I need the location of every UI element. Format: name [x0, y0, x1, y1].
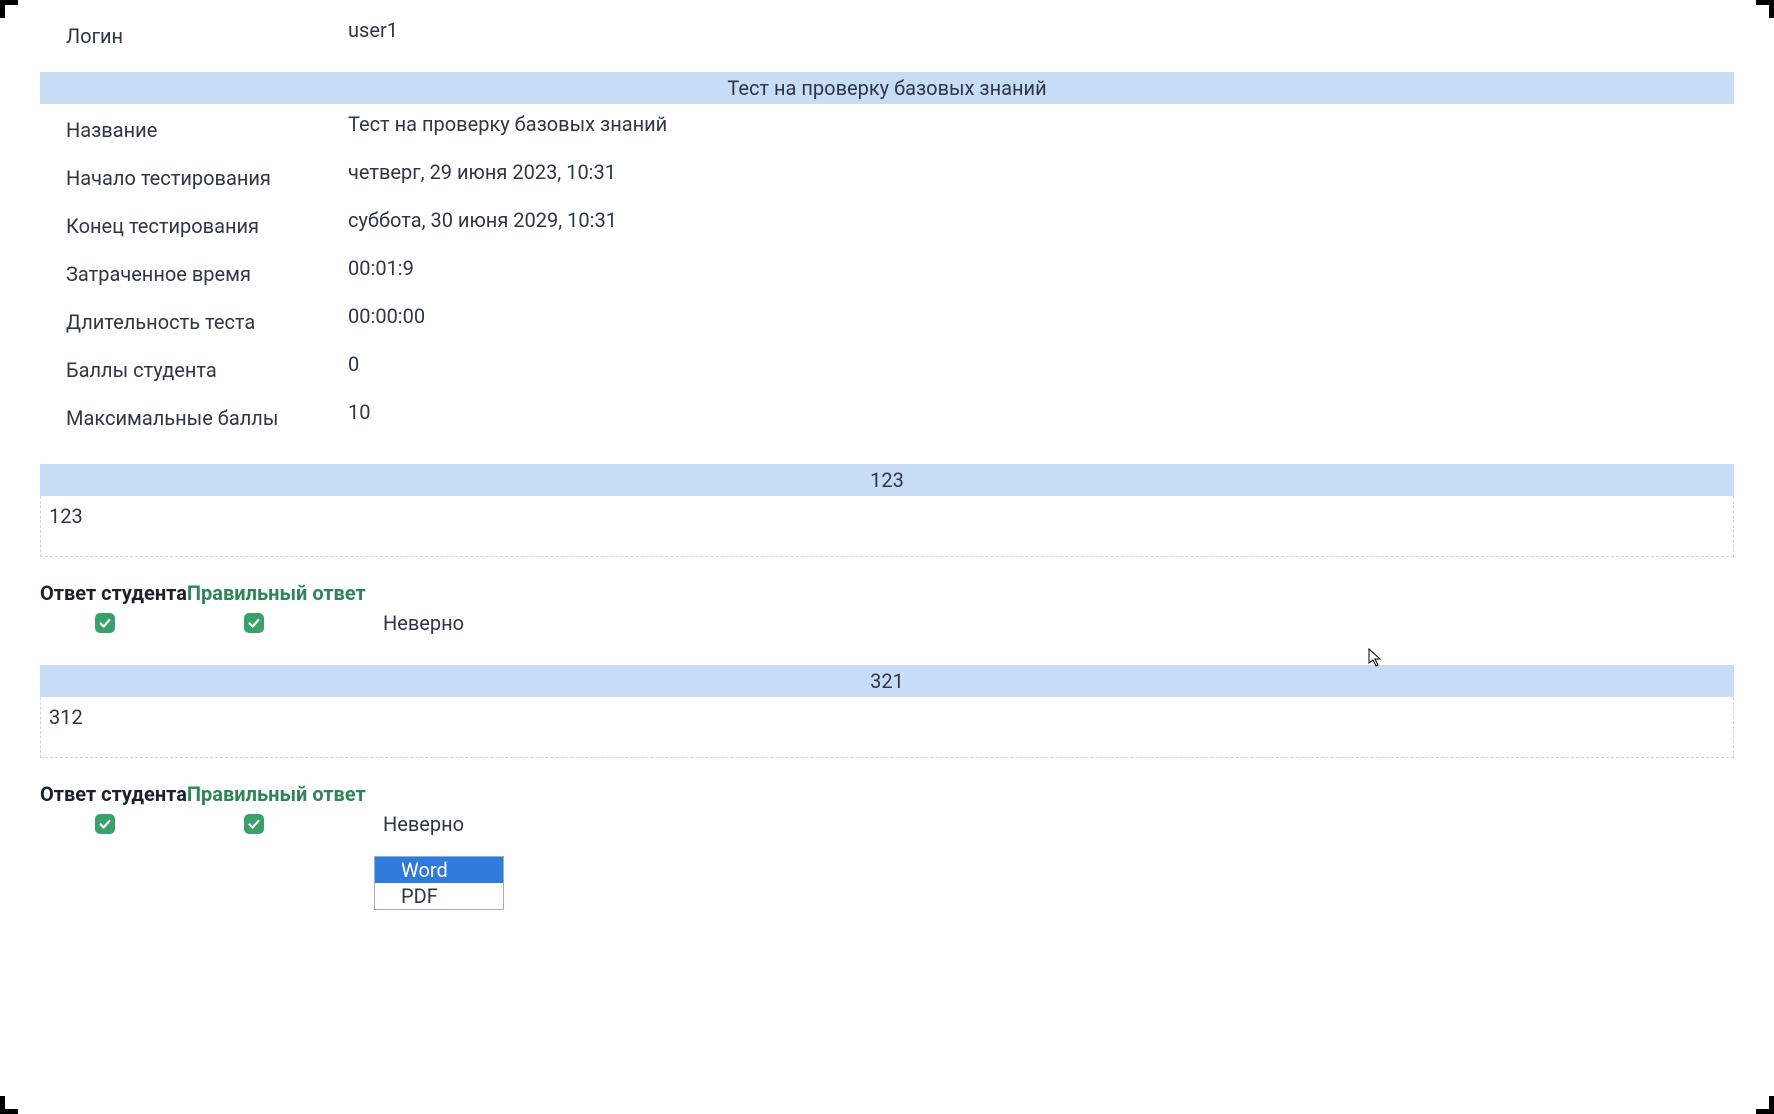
login-row: Логин user1 — [40, 10, 1734, 52]
corner-marker-tr — [1756, 0, 1774, 18]
test-info-value: 0 — [348, 348, 1734, 376]
test-info-label: Затраченное время — [40, 252, 348, 286]
test-info-value: 00:01:9 — [348, 252, 1734, 280]
test-info-label: Длительность теста — [40, 300, 348, 334]
login-label: Логин — [40, 14, 348, 48]
corner-marker-tl — [0, 0, 18, 18]
test-info-row: Длительность теста 00:00:00 — [40, 296, 1734, 338]
test-info-label: Начало тестирования — [40, 156, 348, 190]
correct-answer-header: Правильный ответ — [187, 782, 366, 806]
answer-headers: Ответ студента Правильный ответ — [40, 581, 1734, 605]
correct-answer-header: Правильный ответ — [187, 581, 366, 605]
answer-row: Неверно — [40, 611, 1734, 635]
student-answer-header: Ответ студента — [40, 782, 187, 806]
test-info-row: Конец тестирования суббота, 30 июня 2029… — [40, 200, 1734, 242]
check-icon — [244, 814, 264, 834]
test-info-value: 10 — [348, 396, 1734, 424]
correct-check-cell — [178, 613, 343, 633]
check-icon — [95, 814, 115, 834]
test-info-label: Название — [40, 108, 348, 142]
answer-text: Неверно — [343, 611, 464, 635]
check-icon — [244, 613, 264, 633]
test-header: Тест на проверку базовых знаний — [40, 72, 1734, 104]
student-check-cell — [40, 814, 178, 834]
answer-row: Неверно — [40, 812, 1734, 836]
test-info-row: Начало тестирования четверг, 29 июня 202… — [40, 152, 1734, 194]
test-info-value: Тест на проверку базовых знаний — [348, 108, 1734, 136]
corner-marker-bl — [0, 1096, 18, 1114]
dropdown-option-pdf[interactable]: PDF — [375, 883, 503, 909]
test-info-row: Баллы студента 0 — [40, 344, 1734, 386]
answer-text: Неверно — [343, 812, 464, 836]
test-info-value: 00:00:00 — [348, 300, 1734, 328]
test-info-row: Название Тест на проверку базовых знаний — [40, 104, 1734, 146]
correct-check-cell — [178, 814, 343, 834]
answer-headers: Ответ студента Правильный ответ — [40, 782, 1734, 806]
question-body: 123 — [40, 496, 1734, 557]
question-header: 123 — [40, 464, 1734, 496]
student-check-cell — [40, 613, 178, 633]
student-answer-header: Ответ студента — [40, 581, 187, 605]
test-info-value: четверг, 29 июня 2023, 10:31 — [348, 156, 1734, 184]
question-body: 312 — [40, 697, 1734, 758]
test-info-label: Конец тестирования — [40, 204, 348, 238]
question-block: 123 123 Ответ студента Правильный ответ … — [40, 464, 1734, 635]
export-format-dropdown[interactable]: Word PDF — [374, 856, 504, 910]
test-info-value: суббота, 30 июня 2029, 10:31 — [348, 204, 1734, 232]
question-header: 321 — [40, 665, 1734, 697]
corner-marker-br — [1756, 1096, 1774, 1114]
check-icon — [95, 613, 115, 633]
test-info-label: Максимальные баллы — [40, 396, 348, 430]
test-info-label: Баллы студента — [40, 348, 348, 382]
dropdown-option-word[interactable]: Word — [375, 857, 503, 883]
test-info-row: Затраченное время 00:01:9 — [40, 248, 1734, 290]
report-container: Логин user1 Тест на проверку базовых зна… — [0, 10, 1774, 910]
question-block: 321 312 Ответ студента Правильный ответ … — [40, 665, 1734, 836]
test-info-row: Максимальные баллы 10 — [40, 392, 1734, 434]
login-value: user1 — [348, 14, 1734, 42]
